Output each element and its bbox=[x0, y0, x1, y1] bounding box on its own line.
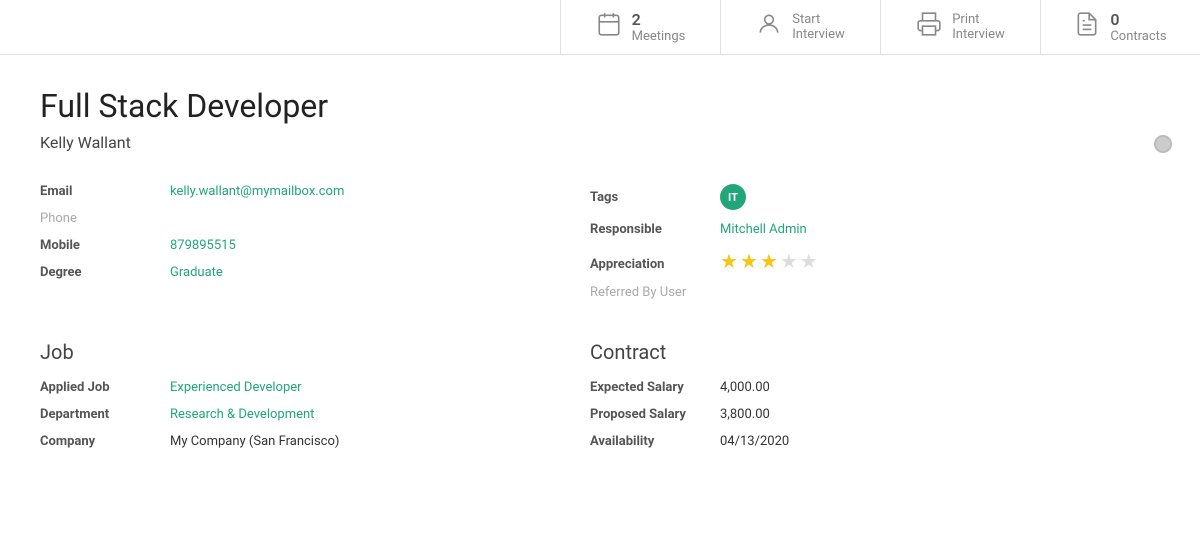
star-5[interactable]: ★ bbox=[800, 249, 818, 273]
appreciation-stars[interactable]: ★ ★ ★ ★ ★ bbox=[720, 249, 818, 273]
contract-section: Contract Expected Salary 4,000.00 Propos… bbox=[590, 312, 1060, 461]
job-section-title: Job bbox=[40, 340, 510, 364]
applied-job-row: Applied Job Experienced Developer bbox=[40, 380, 510, 395]
start-interview-label-line1: Start bbox=[792, 12, 820, 27]
expected-salary-value: 4,000.00 bbox=[720, 380, 770, 395]
degree-row: Degree Graduate bbox=[40, 265, 510, 280]
degree-label: Degree bbox=[40, 265, 170, 280]
email-label: Email bbox=[40, 184, 170, 199]
appreciation-label: Appreciation bbox=[590, 257, 720, 272]
star-4[interactable]: ★ bbox=[780, 249, 798, 273]
start-interview-text: Start Interview bbox=[792, 12, 845, 42]
meetings-label: Meetings bbox=[632, 29, 686, 44]
status-circle bbox=[1154, 135, 1172, 153]
meetings-count: 2 bbox=[632, 10, 641, 29]
email-row: Email kelly.wallant@mymailbox.com bbox=[40, 184, 510, 199]
proposed-salary-value: 3,800.00 bbox=[720, 407, 770, 422]
department-label: Department bbox=[40, 407, 170, 422]
star-2[interactable]: ★ bbox=[740, 249, 758, 273]
meetings-text: 2 Meetings bbox=[632, 10, 686, 44]
contract-section-title: Contract bbox=[590, 340, 1060, 364]
contracts-button[interactable]: 0 Contracts bbox=[1040, 0, 1200, 54]
contracts-text: 0 Contracts bbox=[1110, 10, 1166, 44]
start-interview-label-line2: Interview bbox=[792, 27, 845, 42]
tags-section: Tags IT Responsible Mitchell Admin Appre… bbox=[590, 184, 1060, 312]
responsible-value[interactable]: Mitchell Admin bbox=[720, 222, 807, 237]
page-title: Full Stack Developer bbox=[40, 87, 1060, 125]
appreciation-row: Appreciation ★ ★ ★ ★ ★ bbox=[590, 249, 1060, 273]
availability-value: 04/13/2020 bbox=[720, 434, 789, 449]
applied-job-value[interactable]: Experienced Developer bbox=[170, 380, 302, 395]
department-value[interactable]: Research & Development bbox=[170, 407, 314, 422]
phone-row: Phone bbox=[40, 211, 510, 226]
company-label: Company bbox=[40, 434, 170, 449]
proposed-salary-row: Proposed Salary 3,800.00 bbox=[590, 407, 1060, 422]
responsible-label: Responsible bbox=[590, 222, 720, 237]
candidate-name: Kelly Wallant bbox=[40, 133, 1060, 152]
proposed-salary-label: Proposed Salary bbox=[590, 407, 720, 422]
contracts-icon bbox=[1074, 11, 1100, 43]
page-wrapper: Full Stack Developer Kelly Wallant Email… bbox=[0, 55, 1200, 493]
form-grid: Email kelly.wallant@mymailbox.com Phone … bbox=[40, 184, 1060, 461]
contracts-count: 0 bbox=[1110, 10, 1119, 29]
toolbar: 2 Meetings Start Interview Print Intervi… bbox=[0, 0, 1200, 55]
tags-row: Tags IT bbox=[590, 184, 1060, 210]
availability-row: Availability 04/13/2020 bbox=[590, 434, 1060, 449]
print-interview-label-line1: Print bbox=[952, 12, 979, 27]
expected-salary-label: Expected Salary bbox=[590, 380, 720, 395]
company-value: My Company (San Francisco) bbox=[170, 434, 339, 449]
contact-section: Email kelly.wallant@mymailbox.com Phone … bbox=[40, 184, 510, 312]
print-interview-label-line2: Interview bbox=[952, 27, 1005, 42]
company-row: Company My Company (San Francisco) bbox=[40, 434, 510, 449]
start-interview-icon bbox=[756, 11, 782, 43]
mobile-row: Mobile 879895515 bbox=[40, 238, 510, 253]
tag-it-badge[interactable]: IT bbox=[720, 184, 746, 210]
email-value[interactable]: kelly.wallant@mymailbox.com bbox=[170, 184, 344, 199]
start-interview-button[interactable]: Start Interview bbox=[720, 0, 880, 54]
phone-label: Phone bbox=[40, 211, 170, 226]
mobile-value[interactable]: 879895515 bbox=[170, 238, 236, 253]
star-3[interactable]: ★ bbox=[760, 249, 778, 273]
print-interview-text: Print Interview bbox=[952, 12, 1005, 42]
applied-job-label: Applied Job bbox=[40, 380, 170, 395]
job-section: Job Applied Job Experienced Developer De… bbox=[40, 312, 510, 461]
star-1[interactable]: ★ bbox=[720, 249, 738, 273]
department-row: Department Research & Development bbox=[40, 407, 510, 422]
referred-row: Referred By User bbox=[590, 285, 1060, 300]
meetings-button[interactable]: 2 Meetings bbox=[560, 0, 720, 54]
expected-salary-row: Expected Salary 4,000.00 bbox=[590, 380, 1060, 395]
main-content: Full Stack Developer Kelly Wallant Email… bbox=[0, 55, 1100, 493]
contracts-label: Contracts bbox=[1110, 29, 1166, 44]
print-interview-button[interactable]: Print Interview bbox=[880, 0, 1040, 54]
responsible-row: Responsible Mitchell Admin bbox=[590, 222, 1060, 237]
referred-label: Referred By User bbox=[590, 285, 720, 300]
tags-label: Tags bbox=[590, 190, 720, 205]
degree-value[interactable]: Graduate bbox=[170, 265, 223, 280]
print-interview-icon bbox=[916, 11, 942, 43]
availability-label: Availability bbox=[590, 434, 720, 449]
mobile-label: Mobile bbox=[40, 238, 170, 253]
meetings-icon bbox=[596, 11, 622, 43]
